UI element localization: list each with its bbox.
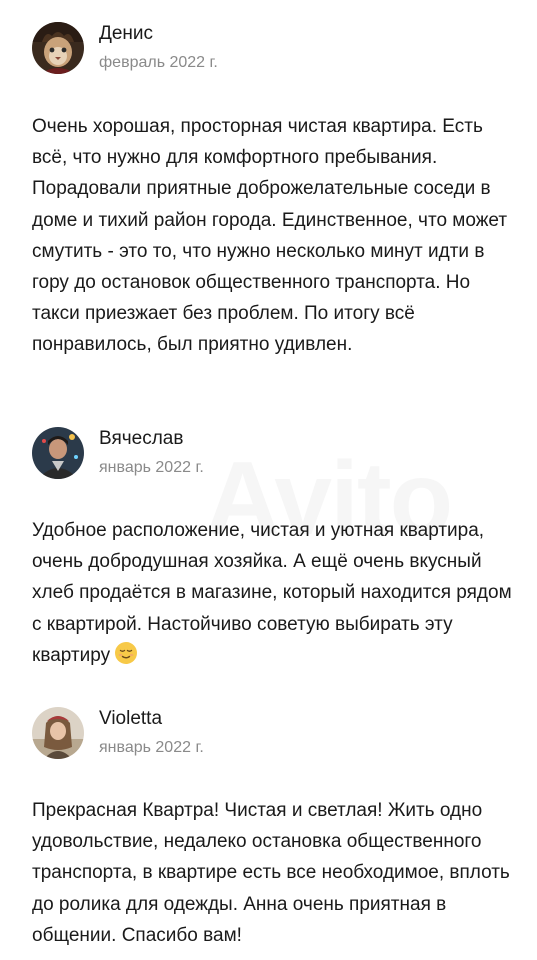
review-date: январь 2022 г. bbox=[99, 739, 204, 756]
review-date: февраль 2022 г. bbox=[99, 54, 218, 71]
author-name[interactable]: Violetta bbox=[99, 707, 204, 731]
review-date: январь 2022 г. bbox=[99, 459, 204, 476]
review-text-content: Удобное расположение, чистая и уютная кв… bbox=[32, 520, 512, 666]
avatar[interactable] bbox=[32, 427, 84, 479]
review-card: Violetta январь 2022 г. Прекрасная Кварт… bbox=[32, 707, 512, 951]
avatar[interactable] bbox=[32, 22, 84, 74]
avatar[interactable] bbox=[32, 707, 84, 759]
author-name[interactable]: Денис bbox=[99, 22, 218, 46]
review-meta: Денис февраль 2022 г. bbox=[99, 22, 218, 74]
relieved-face-emoji-icon bbox=[114, 641, 138, 665]
review-card: Денис февраль 2022 г. Очень хорошая, про… bbox=[32, 22, 512, 361]
review-meta: Вячеслав январь 2022 г. bbox=[99, 427, 204, 479]
review-text: Удобное расположение, чистая и уютная кв… bbox=[32, 515, 512, 671]
author-name[interactable]: Вячеслав bbox=[99, 427, 204, 451]
review-header: Violetta январь 2022 г. bbox=[32, 707, 512, 759]
review-card: Вячеслав январь 2022 г. Удобное располож… bbox=[32, 427, 512, 671]
review-text: Прекрасная Квартра! Чистая и светлая! Жи… bbox=[32, 800, 510, 946]
review-meta: Violetta январь 2022 г. bbox=[99, 707, 204, 759]
review-text: Очень хорошая, просторная чистая квартир… bbox=[32, 116, 508, 356]
review-header: Денис февраль 2022 г. bbox=[32, 22, 512, 74]
review-header: Вячеслав январь 2022 г. bbox=[32, 427, 512, 479]
